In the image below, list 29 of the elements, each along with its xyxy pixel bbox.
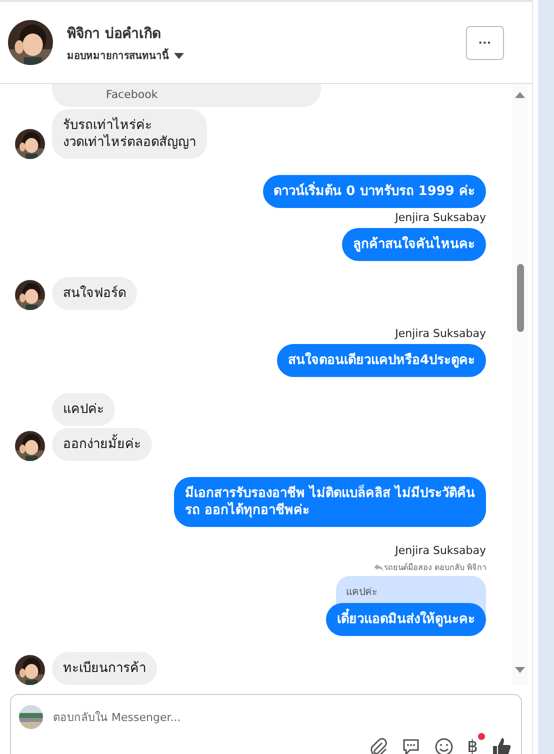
message-bubble: เดี๋ยวแอดมินส่งให้ดูนะคะ (326, 603, 486, 636)
sender-name: Jenjira Suksabay (395, 327, 486, 340)
message-bubble: สนใจตอนเดียวแคปหรือ4ประตูคะ (276, 344, 486, 377)
sender-name: Jenjira Suksabay (395, 211, 486, 224)
reply-arrow-icon (374, 564, 383, 571)
message-bubble: ทะเบียนการค้า (52, 652, 157, 685)
caret-icon (174, 52, 184, 58)
thumbs-up-icon[interactable] (491, 737, 511, 754)
chat-icon[interactable] (401, 737, 422, 754)
message-bubble: Facebook (52, 84, 321, 107)
reply-field[interactable]: ตอบกลับใน Messenger... ฿ (10, 694, 522, 754)
message-bubble: ออกง่ายมั้ยค่ะ (52, 428, 152, 461)
paperclip-icon[interactable] (368, 737, 388, 754)
message-bubble: มีเอกสารรับรองอาชีพ ไม่ติดแบล็คลิส ไม่มีประวัติคืน รถ ออกได้ทุกอาชีพค่ะ (174, 477, 486, 527)
emoji-icon[interactable] (434, 737, 454, 754)
reply-note: รถยนต์มือสอง ตอบกลับ พิจิกา (384, 562, 486, 574)
message-bubble: รับรถเท่าไหร่ค่ะ งวดเท่าไหร่ตลอดสัญญา (52, 109, 207, 159)
message-bubble: ดาวน์เริ่มต้น 0 บาทรับรถ 1999 ค่ะ (262, 175, 486, 208)
more-button[interactable]: ··· (466, 26, 504, 60)
sender-name: Jenjira Suksabay (395, 544, 486, 557)
message-bubble: ลูกค้าสนใจคันไหนคะ (342, 228, 486, 261)
message-bubble: สนใจฟอร์ด (52, 277, 137, 310)
message-bubble: แคปค่ะ (52, 393, 115, 426)
scroll-down-arrow-icon[interactable] (515, 667, 525, 673)
contact-name: พิจิกา บ่อคำเกิด (67, 25, 162, 44)
payment-button[interactable]: ฿ (467, 737, 478, 754)
scrollbar-thumb[interactable] (516, 264, 524, 332)
assign-dropdown[interactable]: มอบหมายการสนทนานี้ (67, 48, 184, 63)
scroll-up-arrow-icon[interactable] (515, 92, 525, 98)
